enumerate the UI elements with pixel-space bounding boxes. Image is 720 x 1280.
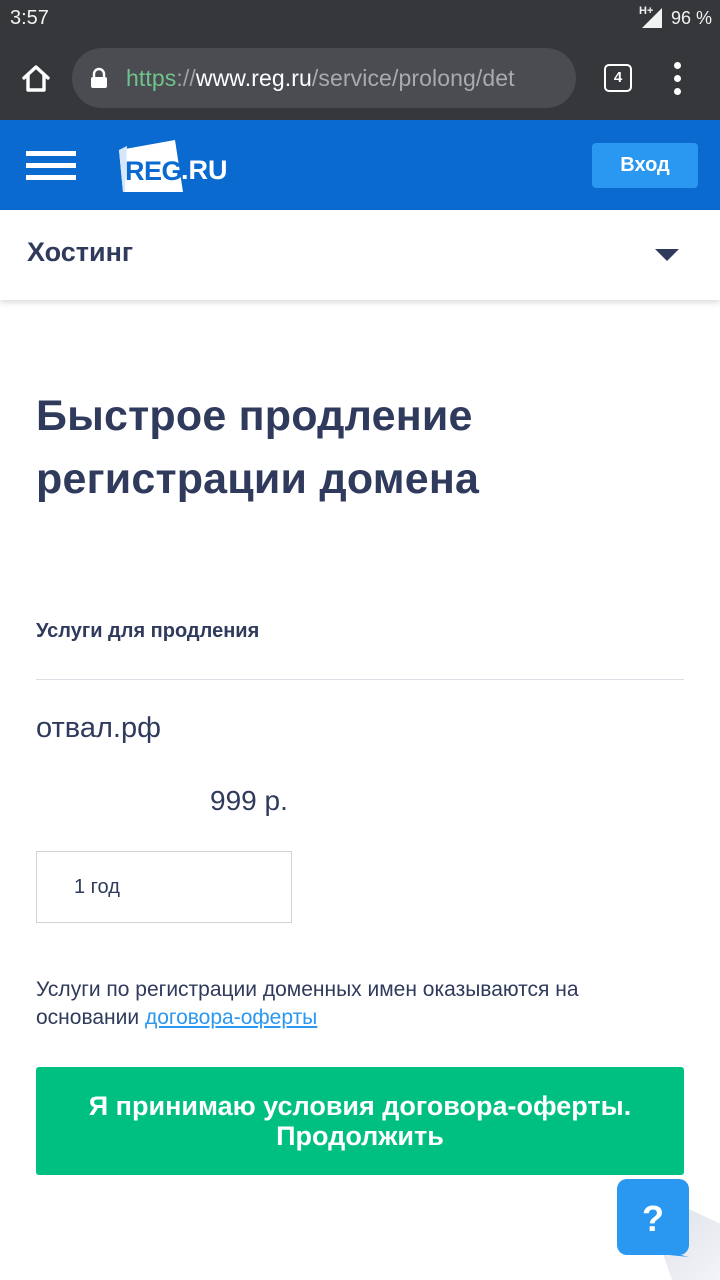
hamburger-menu-icon[interactable] xyxy=(26,151,76,181)
signal-icon xyxy=(642,8,662,28)
home-icon[interactable] xyxy=(16,58,56,98)
accept-line1: Я принимаю условия договора-оферты. xyxy=(88,1091,632,1121)
url-path: /service/prolong/det xyxy=(311,65,515,91)
logo-text-ru: .RU xyxy=(181,155,228,185)
url-scheme: https xyxy=(126,65,177,91)
help-chat-button[interactable]: ? xyxy=(617,1179,689,1257)
site-header: REG .RU Вход xyxy=(0,120,720,210)
address-bar[interactable]: https://www.reg.ru/service/prolong/det xyxy=(72,48,576,108)
page-title: Быстрое продление регистрации домена xyxy=(36,385,676,511)
status-time: 3:57 xyxy=(10,7,49,29)
domain-name: отвал.рф xyxy=(36,712,161,744)
accept-and-continue-button[interactable]: Я принимаю условия договора-оферты. Прод… xyxy=(36,1067,684,1175)
url-text: https://www.reg.ru/service/prolong/det xyxy=(126,65,515,92)
section-dropdown[interactable]: Хостинг xyxy=(0,210,720,300)
more-vert-icon[interactable] xyxy=(668,62,688,96)
period-select[interactable]: 1 год xyxy=(36,851,292,923)
section-label: Хостинг xyxy=(27,237,134,267)
url-separator: :// xyxy=(176,65,196,91)
battery-level: 96 % xyxy=(671,8,713,28)
offer-agreement-link[interactable]: договора-оферты xyxy=(145,1006,317,1029)
lock-icon xyxy=(91,67,107,88)
divider xyxy=(36,679,684,680)
help-question-mark: ? xyxy=(642,1198,664,1239)
tab-switcher-button[interactable]: 4 xyxy=(604,64,632,92)
login-button[interactable]: Вход xyxy=(592,143,698,188)
chevron-down-icon xyxy=(655,249,679,261)
browser-toolbar: https://www.reg.ru/service/prolong/det 4 xyxy=(0,36,720,120)
status-bar: 3:57 H+ 96 % xyxy=(0,0,720,36)
terms-text: Услуги по регистрации доменных имен оказ… xyxy=(36,976,684,1032)
price: 999 р. xyxy=(210,785,288,816)
accept-line2: Продолжить xyxy=(276,1121,444,1151)
page-title-line2: регистрации домена xyxy=(36,455,480,503)
url-host: www.reg.ru xyxy=(195,65,312,91)
services-heading: Услуги для продления xyxy=(36,620,260,642)
period-value: 1 год xyxy=(74,876,120,898)
logo-text-reg: REG xyxy=(125,156,183,186)
page-title-line1: Быстрое продление xyxy=(36,392,473,440)
reg-ru-logo[interactable]: REG .RU xyxy=(113,136,233,196)
